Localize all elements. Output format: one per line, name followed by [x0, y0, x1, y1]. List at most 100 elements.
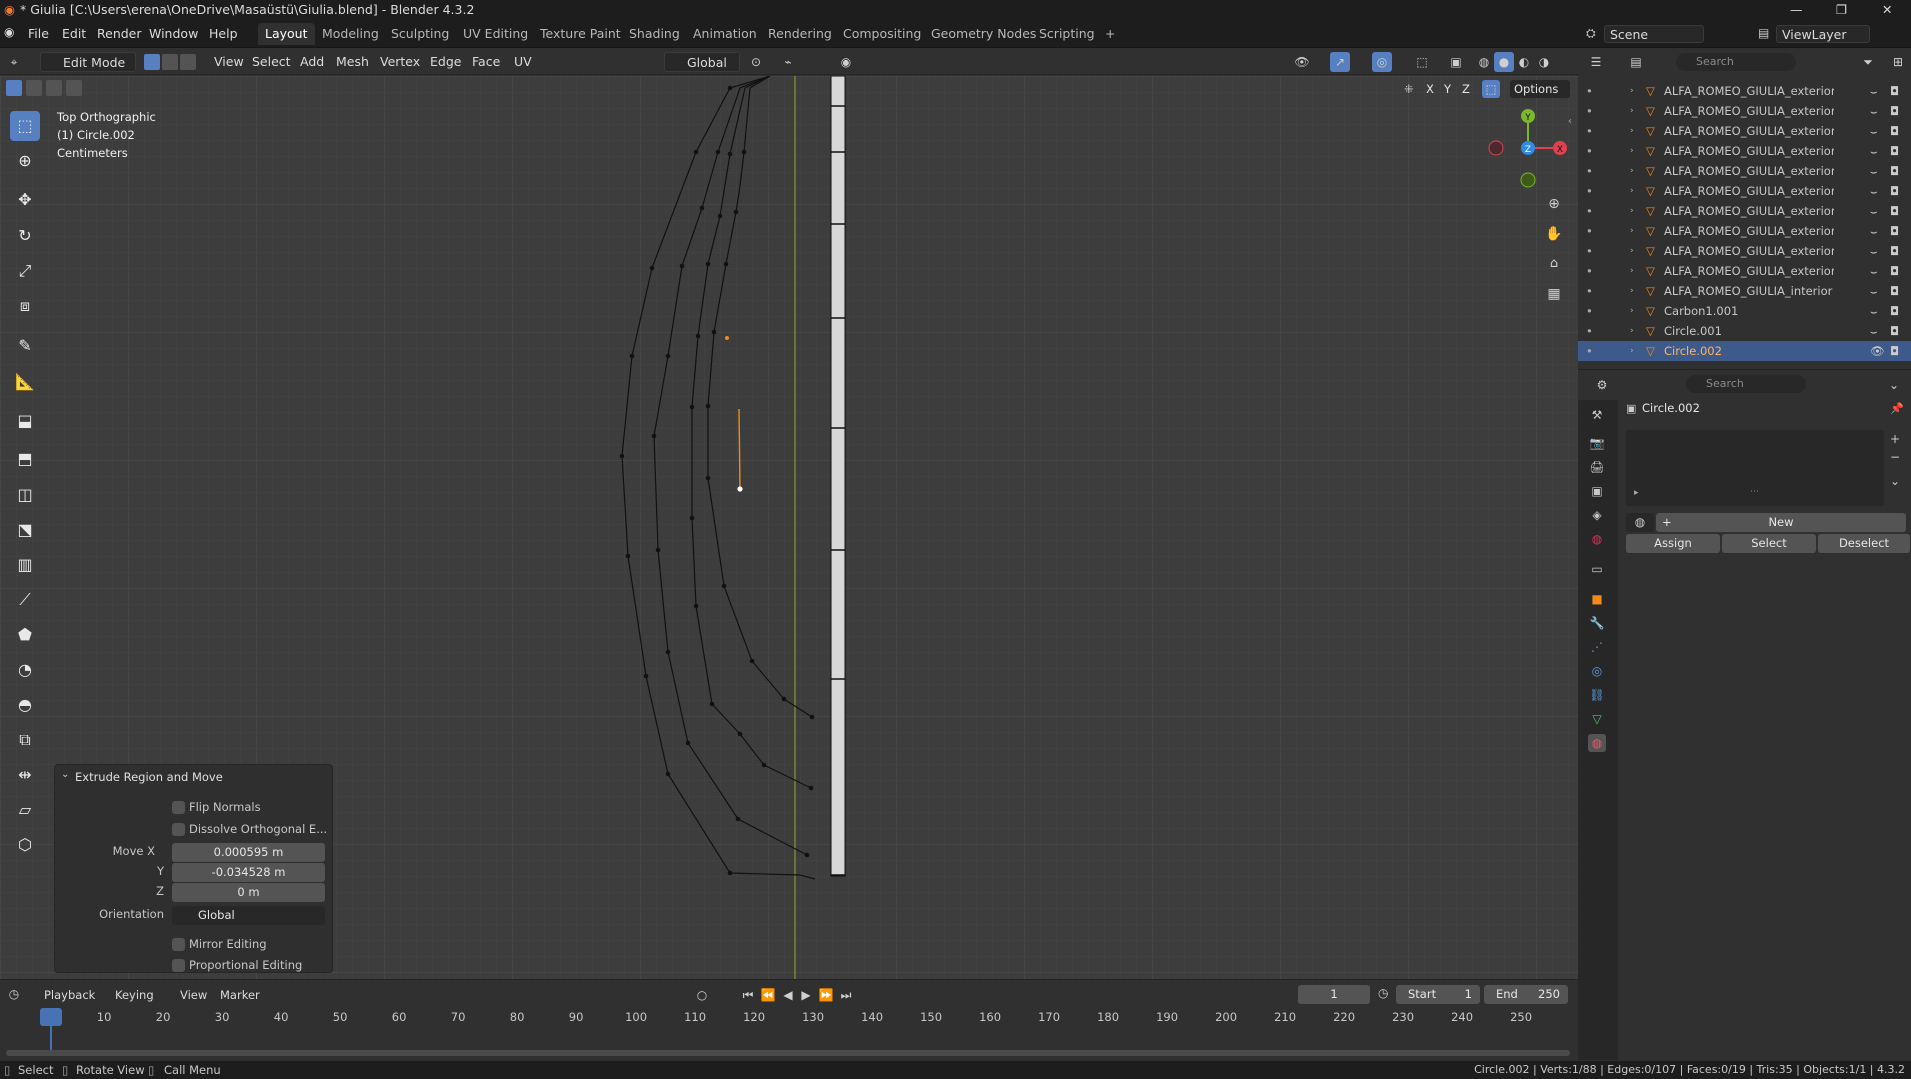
tab-geometry-nodes[interactable]: Geometry Nodes: [924, 23, 1043, 45]
expand-arrow-icon[interactable]: ›: [1630, 181, 1634, 201]
smooth-tool-icon[interactable]: ◓: [10, 690, 40, 720]
outliner-row[interactable]: • › ▽ ALFA_ROMEO_GIULIA_exterior.04 ⌣ ◘: [1578, 241, 1911, 261]
hide-eye-icon[interactable]: ⌣: [1870, 281, 1878, 301]
world-tab-icon[interactable]: ◍: [1588, 530, 1606, 548]
tab-compositing[interactable]: Compositing: [836, 23, 928, 45]
axis-x-toggle[interactable]: X: [1426, 80, 1434, 98]
mesh-edit-overlay-icon[interactable]: ⬚: [1412, 52, 1432, 72]
flip-normals-checkbox[interactable]: [172, 801, 185, 814]
frame-ruler[interactable]: 1102030405060708090100110120130140150160…: [0, 1008, 1578, 1030]
material-tab-icon[interactable]: ◍: [1588, 734, 1606, 752]
header-vertex-menu[interactable]: Vertex: [376, 52, 424, 72]
outliner-row[interactable]: • › ▽ ALFA_ROMEO_GIULIA_exterior.04 ⌣ ◘: [1578, 101, 1911, 121]
orientation-selector[interactable]: Global: [172, 906, 325, 925]
add-slot-icon[interactable]: +: [1890, 432, 1900, 446]
move-tool-icon[interactable]: ✥: [10, 185, 40, 215]
outliner-row[interactable]: • › ▽ ALFA_ROMEO_GIULIA_exterior.04 ⌣ ◘: [1578, 201, 1911, 221]
render-camera-icon[interactable]: ◘: [1890, 321, 1899, 341]
display-mode-icon[interactable]: ▤: [1626, 52, 1646, 72]
minimize-icon[interactable]: —: [1790, 0, 1803, 20]
expand-arrow-icon[interactable]: ›: [1630, 161, 1634, 181]
expand-arrow-icon[interactable]: ›: [1630, 81, 1634, 101]
render-camera-icon[interactable]: ◘: [1890, 121, 1899, 141]
tool-tab-icon[interactable]: ⚒: [1588, 406, 1606, 424]
tab-sculpting[interactable]: Sculpting: [384, 23, 456, 45]
outliner-item-label[interactable]: ALFA_ROMEO_GIULIA_exterior.04: [1664, 221, 1834, 241]
tab-texture-paint[interactable]: Texture Paint: [533, 23, 628, 45]
properties-search[interactable]: Search: [1686, 375, 1806, 393]
visibility-dot-icon[interactable]: •: [1586, 161, 1593, 181]
menu-file[interactable]: File: [23, 25, 54, 43]
editor-type-icon[interactable]: ⌖: [4, 52, 24, 72]
playhead[interactable]: [40, 1008, 62, 1026]
outliner-row[interactable]: • › ▽ Circle.001 ⌣ ◘: [1578, 321, 1911, 341]
move-x-field[interactable]: 0.000595 m: [172, 843, 325, 862]
overlay-toggle-icon[interactable]: ◎: [1372, 52, 1392, 72]
transform-affect-icon[interactable]: ⁜: [1404, 80, 1414, 98]
rotate-tool-icon[interactable]: ↻: [10, 221, 40, 251]
outliner-row[interactable]: • › ▽ ALFA_ROMEO_GIULIA_interior ⌣ ◘: [1578, 281, 1911, 301]
tab-uv-editing[interactable]: UV Editing: [456, 23, 535, 45]
auto-merge-icon[interactable]: ⬚: [1482, 80, 1500, 98]
axis-y-toggle[interactable]: Y: [1444, 80, 1451, 98]
shrink-fatten-tool-icon[interactable]: ⇹: [10, 760, 40, 790]
expand-arrow-icon[interactable]: ›: [1630, 241, 1634, 261]
select-button[interactable]: Select: [1722, 534, 1816, 553]
outliner-search[interactable]: Search: [1676, 53, 1796, 71]
select-box-tool-icon[interactable]: ⬚: [10, 111, 40, 141]
collapse-chevron-icon[interactable]: ⌄: [61, 769, 69, 780]
menu-window[interactable]: Window: [144, 25, 203, 43]
visibility-dot-icon[interactable]: •: [1586, 221, 1593, 241]
solid-shading-icon[interactable]: ●: [1494, 52, 1514, 72]
select-subtract-icon[interactable]: [46, 80, 62, 96]
add-workspace-icon[interactable]: +: [1098, 23, 1122, 45]
expand-arrow-icon[interactable]: ›: [1630, 301, 1634, 321]
render-camera-icon[interactable]: ◘: [1890, 221, 1899, 241]
expand-arrow-icon[interactable]: ›: [1630, 261, 1634, 281]
cursor-tool-icon[interactable]: ⊕: [10, 146, 40, 176]
outliner-row[interactable]: • › ▽ ALFA_ROMEO_GIULIA_exterior.04 ⌣ ◘: [1578, 181, 1911, 201]
rendered-shading-icon[interactable]: ◑: [1534, 52, 1554, 72]
play-icon[interactable]: ▶: [796, 985, 816, 1005]
visibility-dot-icon[interactable]: •: [1586, 81, 1593, 101]
tab-shading[interactable]: Shading: [622, 23, 687, 45]
pin-icon[interactable]: 📌: [1890, 402, 1904, 415]
move-z-field[interactable]: 0 m: [172, 883, 325, 902]
scale-tool-icon[interactable]: ⤢: [10, 256, 40, 286]
play-reverse-icon[interactable]: ◀: [778, 985, 798, 1005]
loop-cut-tool-icon[interactable]: ▥: [10, 550, 40, 580]
menu-edit[interactable]: Edit: [57, 25, 91, 43]
browse-material-icon[interactable]: ◍: [1626, 513, 1654, 532]
face-select-icon[interactable]: [180, 54, 196, 70]
blender-menu-icon[interactable]: ◉: [4, 25, 14, 39]
list-expand-icon[interactable]: ▸: [1634, 488, 1639, 498]
list-resize-handle-icon[interactable]: ⋯: [1750, 487, 1759, 497]
modifier-tab-icon[interactable]: 🔧: [1588, 614, 1606, 632]
outliner-item-label[interactable]: ALFA_ROMEO_GIULIA_exterior.04: [1664, 141, 1834, 161]
menu-help[interactable]: Help: [204, 25, 243, 43]
hide-eye-icon[interactable]: ⌣: [1870, 201, 1878, 221]
assign-button[interactable]: Assign: [1626, 534, 1720, 553]
hide-eye-icon[interactable]: 👁: [1870, 341, 1885, 361]
close-icon[interactable]: ✕: [1882, 0, 1892, 20]
visibility-icon[interactable]: 👁: [1292, 52, 1312, 72]
vertex-select-icon[interactable]: [144, 54, 160, 70]
visibility-dot-icon[interactable]: •: [1586, 141, 1593, 161]
proportional-edit-icon[interactable]: ◉: [836, 52, 856, 72]
start-frame-field[interactable]: Start 1: [1396, 985, 1480, 1004]
outliner-row[interactable]: • › ▽ Circle.002 👁 ◘: [1578, 341, 1911, 361]
tab-layout[interactable]: Layout: [258, 23, 315, 45]
operator-title[interactable]: Extrude Region and Move: [75, 770, 223, 784]
outliner-row[interactable]: • › ▽ ALFA_ROMEO_GIULIA_exterior.03 ⌣ ◘: [1578, 81, 1911, 101]
navigation-gizmo[interactable]: Y Z X: [1488, 108, 1568, 188]
deselect-button[interactable]: Deselect: [1818, 534, 1910, 553]
snap-icon[interactable]: ⌁: [778, 52, 798, 72]
remove-slot-icon[interactable]: −: [1890, 450, 1900, 464]
visibility-dot-icon[interactable]: •: [1586, 101, 1593, 121]
header-mesh-menu[interactable]: Mesh: [332, 52, 373, 72]
new-material-button[interactable]: + New: [1656, 513, 1906, 532]
outliner-row[interactable]: • › ▽ ALFA_ROMEO_GIULIA_exterior.04 ⌣ ◘: [1578, 121, 1911, 141]
edge-select-icon[interactable]: [162, 54, 178, 70]
header-view-menu[interactable]: View: [210, 52, 248, 72]
tab-animation[interactable]: Animation: [686, 23, 764, 45]
